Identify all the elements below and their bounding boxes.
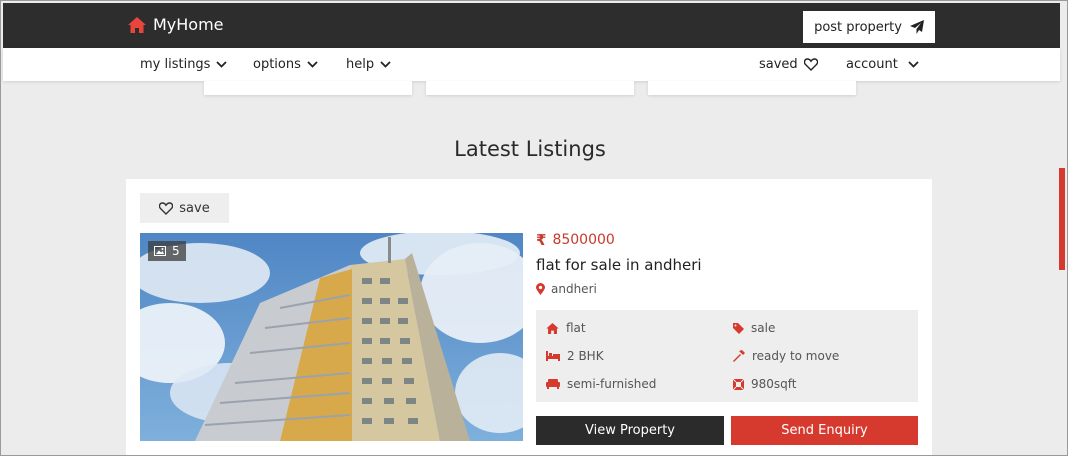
chevron-down-icon bbox=[307, 61, 318, 68]
nav-my-listings-label: my listings bbox=[140, 57, 211, 72]
send-enquiry-label: Send Enquiry bbox=[781, 423, 868, 438]
feature-status: ready to move bbox=[733, 349, 839, 363]
home-icon bbox=[546, 322, 559, 334]
chevron-down-icon bbox=[216, 61, 228, 68]
save-button[interactable]: save bbox=[140, 193, 229, 223]
category-card[interactable] bbox=[426, 81, 634, 95]
nav-my-listings[interactable]: my listings bbox=[140, 57, 228, 72]
price-value: 8500000 bbox=[552, 232, 615, 248]
post-property-label: post property bbox=[814, 19, 902, 35]
image-icon bbox=[154, 246, 166, 256]
feature-bhk-text: 2 BHK bbox=[567, 349, 604, 363]
post-property-button[interactable]: post property bbox=[803, 11, 935, 43]
feature-bhk: 2 BHK bbox=[546, 349, 604, 363]
feature-furnishing: semi-furnished bbox=[546, 377, 656, 391]
nav-options[interactable]: options bbox=[253, 57, 318, 72]
category-card[interactable] bbox=[204, 81, 412, 95]
rupee-icon: ₹ bbox=[536, 231, 547, 249]
nav-help-label: help bbox=[346, 57, 375, 72]
map-pin-icon bbox=[536, 283, 545, 295]
chevron-down-icon bbox=[380, 61, 391, 68]
brand-name: MyHome bbox=[153, 15, 224, 34]
top-navbar: MyHome post property bbox=[3, 3, 1060, 48]
photo-count: 5 bbox=[172, 244, 180, 258]
sofa-icon bbox=[546, 379, 560, 389]
feature-area-text: 980sqft bbox=[751, 377, 797, 391]
feature-area: 980sqft bbox=[733, 377, 797, 391]
nav-account[interactable]: account bbox=[846, 57, 919, 72]
feature-purpose-text: sale bbox=[751, 321, 776, 335]
feature-type-text: flat bbox=[566, 321, 586, 335]
area-icon bbox=[733, 378, 744, 390]
home-icon bbox=[128, 16, 146, 33]
property-photo[interactable]: 5 bbox=[140, 233, 523, 441]
building-image bbox=[140, 233, 523, 441]
brand-logo[interactable]: MyHome bbox=[128, 15, 224, 34]
section-title: Latest Listings bbox=[454, 137, 606, 161]
listing-title[interactable]: flat for sale in andheri bbox=[536, 256, 702, 274]
save-label: save bbox=[179, 200, 210, 216]
feature-type: flat bbox=[546, 321, 586, 335]
nav-help[interactable]: help bbox=[346, 57, 391, 72]
nav-options-label: options bbox=[253, 57, 301, 72]
secondary-nav: my listings options help saved account bbox=[3, 48, 1060, 81]
paper-plane-icon bbox=[909, 20, 924, 34]
hammer-icon bbox=[733, 350, 745, 362]
feature-status-text: ready to move bbox=[752, 349, 840, 363]
chevron-down-icon bbox=[908, 61, 919, 68]
bed-icon bbox=[546, 351, 560, 361]
heart-icon bbox=[803, 58, 818, 71]
location-text: andheri bbox=[551, 282, 597, 296]
category-card[interactable] bbox=[648, 81, 856, 95]
listing-location: andheri bbox=[536, 282, 597, 296]
nav-account-label: account bbox=[846, 57, 898, 72]
send-enquiry-button[interactable]: Send Enquiry bbox=[731, 416, 918, 445]
feature-furnishing-text: semi-furnished bbox=[567, 377, 657, 391]
heart-icon bbox=[159, 201, 174, 215]
scrollbar-thumb[interactable] bbox=[1059, 168, 1065, 270]
nav-saved-label: saved bbox=[759, 57, 798, 72]
nav-saved[interactable]: saved bbox=[759, 57, 818, 72]
photo-count-badge: 5 bbox=[148, 241, 186, 261]
view-property-label: View Property bbox=[585, 423, 675, 438]
listing-price: ₹ 8500000 bbox=[536, 231, 615, 249]
features-box: flat sale 2 BHK ready to move semi-furni… bbox=[536, 310, 918, 402]
tag-icon bbox=[733, 322, 744, 334]
feature-purpose: sale bbox=[733, 321, 775, 335]
view-property-button[interactable]: View Property bbox=[536, 416, 724, 445]
listing-card: save 5 ₹ 8500000 flat for sale in andher… bbox=[126, 179, 932, 456]
